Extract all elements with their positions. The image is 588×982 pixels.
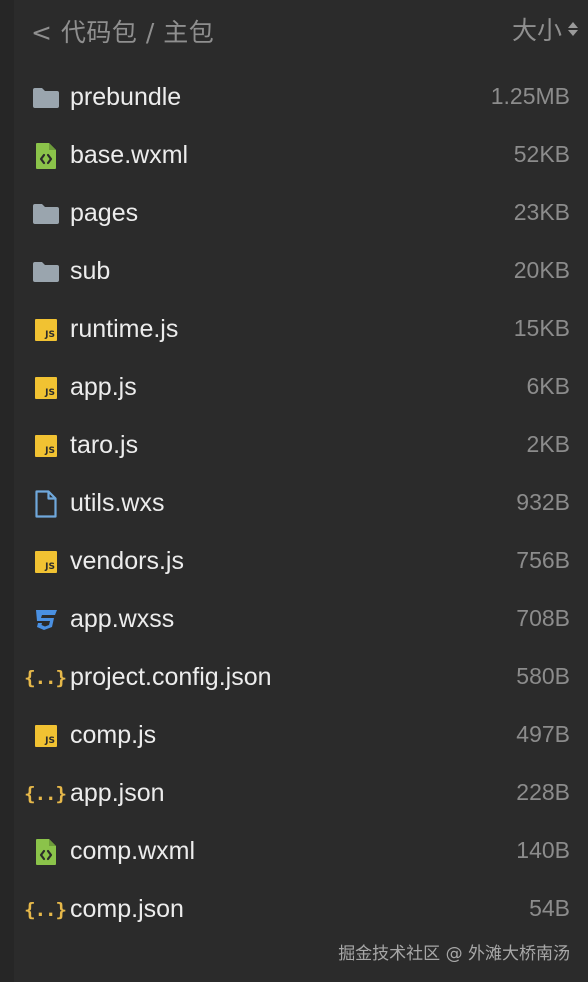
- file-row[interactable]: prebundle 1.25MB: [0, 69, 588, 127]
- json-file-icon: {..}: [24, 667, 67, 689]
- folder-icon: [31, 258, 61, 286]
- file-name: sub: [70, 257, 111, 285]
- file-size: 756B: [516, 547, 570, 573]
- file-name: project.config.json: [70, 663, 272, 691]
- file-size: 52KB: [513, 141, 570, 167]
- file-name: app.js: [70, 373, 137, 401]
- css-file-icon: [31, 606, 61, 634]
- json-file-icon: {..}: [24, 783, 67, 805]
- wxml-file-icon: [31, 142, 61, 170]
- js-file-icon: JS: [31, 432, 61, 460]
- file-size: 932B: [516, 489, 570, 515]
- file-row[interactable]: JS comp.js 497B: [0, 707, 588, 765]
- file-size: 708B: [516, 605, 570, 631]
- file-name: app.json: [70, 779, 165, 807]
- file-row[interactable]: {..} project.config.json 580B: [0, 649, 588, 707]
- file-name: comp.json: [70, 895, 184, 923]
- file-list: prebundle 1.25MB base.wxml 52KB pages 23KB sub…: [0, 69, 588, 939]
- sort-arrows-icon: [568, 22, 578, 36]
- wxml-file-icon: [31, 838, 61, 866]
- file-name: taro.js: [70, 431, 139, 459]
- file-row[interactable]: comp.wxml 140B: [0, 823, 588, 881]
- file-name: vendors.js: [70, 547, 184, 575]
- file-row[interactable]: JS taro.js 2KB: [0, 417, 588, 475]
- file-row[interactable]: utils.wxs 932B: [0, 475, 588, 533]
- file-name: utils.wxs: [70, 489, 165, 517]
- file-size: 23KB: [513, 199, 570, 225]
- folder-icon: [31, 200, 61, 228]
- folder-icon: [31, 84, 61, 112]
- sort-label: 大小: [511, 16, 562, 45]
- file-row[interactable]: JS runtime.js 15KB: [0, 301, 588, 359]
- file-icon: [31, 490, 61, 518]
- js-file-icon: JS: [31, 722, 61, 750]
- file-name: runtime.js: [70, 315, 179, 343]
- file-row[interactable]: app.wxss 708B: [0, 591, 588, 649]
- file-row[interactable]: base.wxml 52KB: [0, 127, 588, 185]
- file-size: 497B: [516, 721, 570, 747]
- header: < 代码包 / 主包 大小: [0, 0, 588, 58]
- file-row[interactable]: JS vendors.js 756B: [0, 533, 588, 591]
- file-row[interactable]: pages 23KB: [0, 185, 588, 243]
- file-name: base.wxml: [70, 141, 189, 169]
- file-size: 54B: [529, 895, 570, 921]
- file-name: comp.wxml: [70, 837, 196, 865]
- file-row[interactable]: JS app.js 6KB: [0, 359, 588, 417]
- file-name: comp.js: [70, 721, 157, 749]
- file-size: 1.25MB: [490, 83, 570, 109]
- file-row[interactable]: sub 20KB: [0, 243, 588, 301]
- watermark: 掘金技术社区 @ 外滩大桥南汤: [338, 944, 570, 964]
- file-name: prebundle: [70, 83, 182, 111]
- file-size: 15KB: [513, 315, 570, 341]
- json-file-icon: {..}: [24, 899, 67, 921]
- file-row[interactable]: {..} comp.json 54B: [0, 881, 588, 939]
- js-file-icon: JS: [31, 548, 61, 576]
- file-size: 20KB: [513, 257, 570, 283]
- js-file-icon: JS: [31, 316, 61, 344]
- file-size: 228B: [516, 779, 570, 805]
- file-size: 6KB: [526, 373, 570, 399]
- file-name: pages: [70, 199, 139, 227]
- file-row[interactable]: {..} app.json 228B: [0, 765, 588, 823]
- file-size: 2KB: [526, 431, 570, 457]
- file-size: 140B: [516, 837, 570, 863]
- breadcrumb-back-link[interactable]: < 代码包 / 主包: [31, 13, 214, 49]
- sort-by-size-toggle[interactable]: 大小: [512, 13, 578, 45]
- file-size: 580B: [516, 663, 570, 689]
- js-file-icon: JS: [31, 374, 61, 402]
- file-name: app.wxss: [70, 605, 175, 633]
